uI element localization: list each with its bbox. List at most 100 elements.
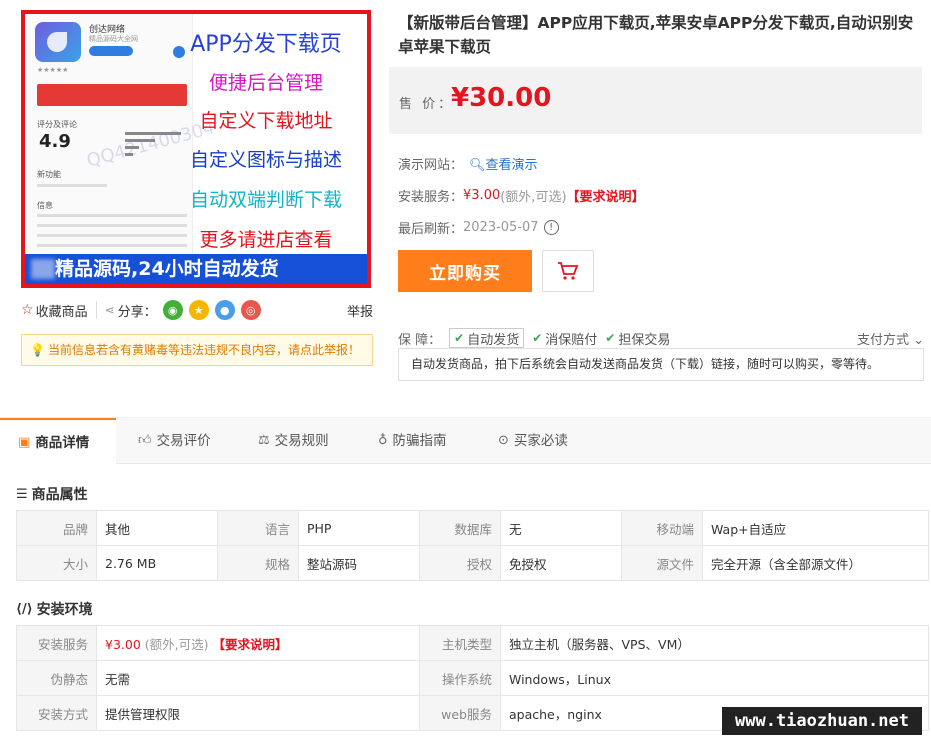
weibo-icon[interactable]: ◎ [240, 300, 261, 320]
env-key: 操作系统 [419, 660, 501, 696]
gift-icon: ▣ [18, 434, 31, 450]
install-requirements-link[interactable]: 【要求说明】 [213, 637, 288, 652]
env-key: 伪静态 [16, 660, 97, 696]
install-note: (额外,可选) [144, 636, 209, 652]
phone-text-line [37, 224, 187, 227]
app-logo-icon [35, 22, 81, 62]
report-link[interactable]: 举报 [347, 301, 373, 320]
attr-value: 完全开源（含全部源文件） [702, 545, 929, 581]
attr-key: 移动端 [621, 510, 703, 546]
demo-link-text: 查看演示 [485, 158, 538, 173]
attr-key: 规格 [217, 545, 299, 581]
env-value: Windows，Linux [500, 660, 929, 696]
payment-method-label: 支付方式 [856, 332, 909, 348]
favorite-button[interactable]: ☆ 收藏商品 [21, 301, 88, 320]
wechat-icon[interactable]: ◉ [162, 300, 183, 320]
attributes-table: 品牌 其他 语言 PHP 数据库 无 移动端 Wap+自适应 大小 2.76 M… [16, 510, 929, 581]
refresh-label: 最后刷新： [398, 222, 464, 237]
promo-line: 自动双端判断下载 [189, 189, 342, 211]
banner-text: 精品源码,24小时自动发货 [55, 258, 279, 280]
attr-key: 授权 [419, 545, 501, 581]
attr-value: 免授权 [500, 545, 622, 581]
share-bar: ☆ 收藏商品 ⋖ 分享： ◉ ★ ● ◎ 举报 [21, 299, 373, 321]
table-row: 伪静态 无需 操作系统 Windows，Linux [16, 660, 929, 696]
info-icon[interactable]: ! [543, 220, 559, 235]
product-title: 【新版带后台管理】APP应用下载页,苹果安卓APP分发下载页,自动识别安卓苹果下… [398, 14, 914, 56]
phone-text-line [37, 214, 187, 217]
tab-reviews[interactable]: 👍︎ 交易评价 [138, 418, 211, 464]
phone-app-sub: 精品源码大全网 [89, 35, 138, 43]
env-value: 无需 [96, 660, 420, 696]
phone-stars: ★★★★★ [37, 66, 69, 74]
install-row: 安装服务： ¥3.00 (额外,可选) 【要求说明】 [398, 186, 645, 205]
tab-product-details[interactable]: ▣ 商品详情 [0, 418, 116, 465]
attr-key: 品牌 [16, 510, 97, 546]
shield-check-icon: ✔ [605, 331, 616, 345]
attr-value: 其他 [96, 510, 218, 546]
favorite-label: 收藏商品 [35, 304, 88, 320]
install-requirements-link[interactable]: 【要求说明】 [567, 186, 645, 205]
table-row: 大小 2.76 MB 规格 整站源码 授权 免授权 源文件 完全开源（含全部源文… [16, 545, 929, 581]
chevron-down-icon: ⌄ [913, 332, 924, 348]
promo-line: 自定义图标与描述 [189, 149, 342, 171]
env-value-install: ¥3.00 (额外,可选) 【要求说明】 [96, 625, 420, 661]
phone-score: 4.9 [39, 131, 71, 152]
shield-check-icon: ✔ [532, 331, 543, 345]
divider [95, 301, 97, 319]
add-to-cart-button[interactable] [542, 250, 594, 292]
buy-now-button[interactable]: 立即购买 [398, 250, 532, 292]
table-row: 品牌 其他 语言 PHP 数据库 无 移动端 Wap+自适应 [16, 510, 929, 546]
phone-text-line [37, 234, 187, 237]
install-price: ¥3.00 [105, 636, 141, 652]
list-search-icon: ☰ [16, 486, 28, 502]
refresh-row: 最后刷新： 2023-05-07 ! [398, 218, 559, 237]
tab-trade-rules[interactable]: ⚖ 交易规则 [258, 418, 329, 464]
tab-label: 交易规则 [274, 433, 329, 449]
phone-text-line [37, 244, 187, 247]
section-title-text: 安装环境 [36, 602, 93, 618]
env-key: web服务 [419, 695, 501, 731]
env-key: 安装服务 [16, 625, 97, 661]
shield-check-icon: ✔ [454, 331, 465, 345]
thumbs-up-icon: 👍︎ [138, 433, 152, 448]
promo-line: 便捷后台管理 [208, 72, 323, 94]
search-icon: 🔍︎ [469, 158, 486, 173]
bulb-icon: ♁ [378, 433, 388, 448]
phone-text-line [37, 184, 107, 187]
phone-new-label: 新功能 [37, 170, 61, 179]
phone-info-label: 信息 [37, 201, 53, 210]
qq-icon[interactable]: ● [214, 300, 235, 320]
image-banner: 精品源码,24小时自动发货 [25, 254, 367, 284]
guarantee-auto-delivery[interactable]: ✔ 自动发货 [449, 328, 525, 348]
promo-line: 自定义下载地址 [199, 110, 333, 132]
promo-line: APP分发下载页 [190, 32, 342, 57]
qzone-icon[interactable]: ★ [188, 300, 209, 320]
demo-link[interactable]: 🔍︎查看演示 [469, 154, 538, 173]
product-image[interactable]: 创达网络 精品源码大全网 ★★★★★ 评分及评论 4.9 新功能 信息 QQ42… [21, 10, 371, 288]
site-watermark: www.tiaozhuan.net [722, 707, 922, 735]
report-warning[interactable]: 💡 当前信息若含有黄赌毒等违法违规不良内容，请点此举报！ [21, 334, 373, 366]
tab-label: 商品详情 [35, 434, 90, 451]
warning-text: 当前信息若含有黄赌毒等违法违规不良内容，请点此举报！ [47, 343, 360, 357]
guarantee-description: 自动发货商品，拍下后系统会自动发送商品发货（下载）链接，随时可以购买，零等待。 [398, 348, 924, 381]
cart-icon [558, 262, 579, 280]
guarantee-escrow[interactable]: ✔ 担保交易 [605, 329, 670, 348]
attr-value: 无 [500, 510, 622, 546]
demo-row: 演示网站： 🔍︎查看演示 [398, 154, 538, 173]
price-box: 售 价： ¥30.00 [389, 67, 922, 134]
guarantee-compensation[interactable]: ✔ 消保赔付 [532, 329, 597, 348]
tab-label: 买家必读 [513, 433, 568, 449]
attr-value: 整站源码 [298, 545, 420, 581]
install-label: 安装服务： [398, 190, 464, 205]
tab-label: 防骗指南 [392, 433, 447, 449]
tab-buyer-notice[interactable]: ⊙ 买家必读 [498, 418, 568, 464]
tab-anti-fraud[interactable]: ♁ 防骗指南 [378, 418, 447, 464]
attr-value: Wap+自适应 [702, 510, 929, 546]
table-row: 安装服务 ¥3.00 (额外,可选) 【要求说明】 主机类型 独立主机（服务器、… [16, 625, 929, 661]
payment-method-dropdown[interactable]: 支付方式 ⌄ [857, 329, 924, 348]
attr-key: 数据库 [419, 510, 501, 546]
compass-icon: ⊙ [498, 433, 509, 448]
guarantee-text: 消保赔付 [545, 332, 598, 348]
blurred-logo [31, 259, 55, 279]
phone-rating-label: 评分及评论 [37, 120, 77, 129]
